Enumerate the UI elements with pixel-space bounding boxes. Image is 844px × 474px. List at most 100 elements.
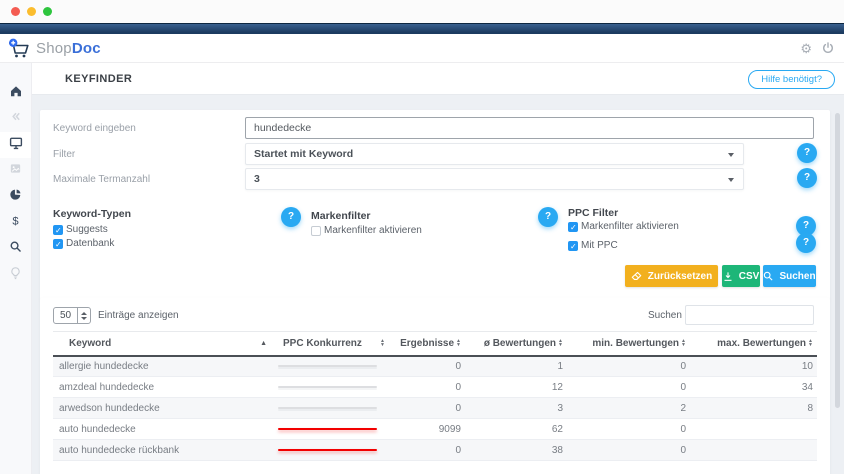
checkbox-label: Markenfilter aktivieren xyxy=(581,221,679,232)
search-button[interactable]: Suchen xyxy=(763,265,816,287)
sidebar-item-home[interactable] xyxy=(0,80,31,106)
filter-select-value: Startet mit Keyword xyxy=(254,148,353,160)
ppc-konkurrenz-cell xyxy=(272,377,390,398)
sidebar-item-back[interactable] xyxy=(0,106,31,132)
max-terms-select[interactable]: 3 xyxy=(245,168,744,190)
lightbulb-icon xyxy=(9,266,22,285)
column-label: PPC Konkurrenz xyxy=(283,338,362,349)
checkbox-label: Mit PPC xyxy=(581,240,618,251)
avg-bewertungen-cell: 3 xyxy=(465,398,567,419)
minimize-window-button[interactable] xyxy=(27,7,36,16)
sidebar-item-monitor[interactable] xyxy=(0,132,31,158)
max-terms-help-button[interactable]: ? xyxy=(797,168,817,188)
csv-button-label: CSV xyxy=(739,271,760,282)
sidebar-item-keyfinder[interactable] xyxy=(0,236,31,262)
close-window-button[interactable] xyxy=(11,7,20,16)
main-area: KEYFINDER Hilfe benötigt? Keyword eingeb… xyxy=(32,63,844,474)
keyfinder-form-card: Keyword eingeben Filter Startet mit Keyw… xyxy=(40,110,830,300)
column-header-ergebnisse[interactable]: Ergebnisse▲▼ xyxy=(390,332,465,356)
pie-chart-icon xyxy=(9,188,22,206)
min-bewertungen-cell: 0 xyxy=(567,419,690,440)
checkbox[interactable] xyxy=(568,241,578,251)
table-row: allergie hundedecke01010 xyxy=(53,356,817,377)
sidebar: $ xyxy=(0,63,32,474)
entries-label: Einträge anzeigen xyxy=(98,310,179,321)
column-header-ppc-konkurrenz[interactable]: PPC Konkurrenz▲▼ xyxy=(272,332,390,356)
avg-bewertungen-cell: 1 xyxy=(465,356,567,377)
checkbox[interactable] xyxy=(53,225,63,235)
sort-both-icon: ▲▼ xyxy=(808,339,813,348)
ergebnisse-cell: 9099 xyxy=(390,419,465,440)
keyword-input[interactable] xyxy=(245,117,814,139)
sort-both-icon: ▲▼ xyxy=(456,339,461,348)
checkbox[interactable] xyxy=(53,239,63,249)
sidebar-item-ideas[interactable] xyxy=(0,262,31,288)
column-header-keyword[interactable]: Keyword▲ xyxy=(53,332,272,356)
app-header: ShopDoc ⚙ xyxy=(0,34,844,63)
ppc-competition-bar xyxy=(278,365,377,367)
settings-gear-icon[interactable]: ⚙ xyxy=(800,42,812,55)
page-size-select[interactable]: 50 xyxy=(53,307,91,324)
sidebar-item-analytics[interactable] xyxy=(0,184,31,210)
column-label: min. Bewertungen xyxy=(592,338,679,349)
column-header-max-bewertungen[interactable]: max. Bewertungen▲▼ xyxy=(690,332,817,356)
ppc-mitppc-help-button[interactable]: ? xyxy=(796,233,816,253)
keyword-types-title: Keyword-Typen xyxy=(53,208,131,220)
sidebar-item-products[interactable] xyxy=(0,158,31,184)
table-row: auto hundedecke rückbank0380 xyxy=(53,440,817,461)
keyword-input-label: Keyword eingeben xyxy=(53,123,136,134)
cart-logo-icon xyxy=(7,38,31,59)
power-icon[interactable] xyxy=(822,42,834,54)
max-bewertungen-cell: 10 xyxy=(690,356,817,377)
checkbox-row[interactable]: Markenfilter aktivieren xyxy=(568,220,679,233)
monitor-icon xyxy=(9,136,23,155)
checkbox-row[interactable]: Mit PPC xyxy=(568,239,679,252)
sidebar-item-pricing[interactable]: $ xyxy=(0,210,31,236)
ppc-filter-help-button[interactable]: ? xyxy=(538,207,558,227)
column-label: ø Bewertungen xyxy=(484,338,556,349)
scrollbar[interactable] xyxy=(835,113,840,408)
checkbox-row[interactable]: Markenfilter aktivieren xyxy=(311,224,422,237)
brand-name: ShopDoc xyxy=(36,40,101,57)
filter-help-button[interactable]: ? xyxy=(797,143,817,163)
ergebnisse-cell: 0 xyxy=(390,398,465,419)
shopdoc-logo[interactable]: ShopDoc xyxy=(7,38,101,59)
min-bewertungen-cell: 0 xyxy=(567,356,690,377)
results-table: Keyword▲PPC Konkurrenz▲▼Ergebnisse▲▼ø Be… xyxy=(53,331,817,461)
min-bewertungen-cell: 2 xyxy=(567,398,690,419)
page-header: KEYFINDER Hilfe benötigt? xyxy=(32,63,844,95)
checkbox-row[interactable]: Datenbank xyxy=(53,237,114,250)
ppc-competition-bar xyxy=(278,428,377,430)
ppc-competition-bar xyxy=(278,407,377,409)
max-bewertungen-cell: 8 xyxy=(690,398,817,419)
table-search-label: Suchen xyxy=(648,310,682,321)
ppc-konkurrenz-cell xyxy=(272,419,390,440)
keyword-types-options: SuggestsDatenbank xyxy=(53,223,114,250)
page-title: KEYFINDER xyxy=(65,63,132,95)
avg-bewertungen-cell: 38 xyxy=(465,440,567,461)
brand-filter-help-button[interactable]: ? xyxy=(281,207,301,227)
keyword-cell: arwedson hundedecke xyxy=(53,398,272,419)
ppc-filter-title: PPC Filter xyxy=(568,207,618,219)
help-needed-button[interactable]: Hilfe benötigt? xyxy=(748,70,835,89)
checkbox-row[interactable]: Suggests xyxy=(53,223,114,236)
table-search-input[interactable] xyxy=(685,305,814,325)
column-header-min-bewertungen[interactable]: min. Bewertungen▲▼ xyxy=(567,332,690,356)
column-header--bewertungen[interactable]: ø Bewertungen▲▼ xyxy=(465,332,567,356)
ppc-konkurrenz-cell xyxy=(272,356,390,377)
keyword-cell: allergie hundedecke xyxy=(53,356,272,377)
checkbox[interactable] xyxy=(311,226,321,236)
maximize-window-button[interactable] xyxy=(43,7,52,16)
checkbox[interactable] xyxy=(568,222,578,232)
reset-button[interactable]: Zurücksetzen xyxy=(625,265,718,287)
avg-bewertungen-cell: 62 xyxy=(465,419,567,440)
csv-download-button[interactable]: CSV xyxy=(722,265,760,287)
keyword-cell: auto hundedecke rückbank xyxy=(53,440,272,461)
max-terms-label: Maximale Termanzahl xyxy=(53,174,150,185)
stepper-arrows-icon[interactable] xyxy=(77,308,90,323)
max-bewertungen-cell xyxy=(690,419,817,440)
filter-select[interactable]: Startet mit Keyword xyxy=(245,143,744,165)
sort-asc-icon: ▲ xyxy=(260,340,267,347)
search-icon xyxy=(9,240,22,258)
search-icon xyxy=(763,271,773,281)
